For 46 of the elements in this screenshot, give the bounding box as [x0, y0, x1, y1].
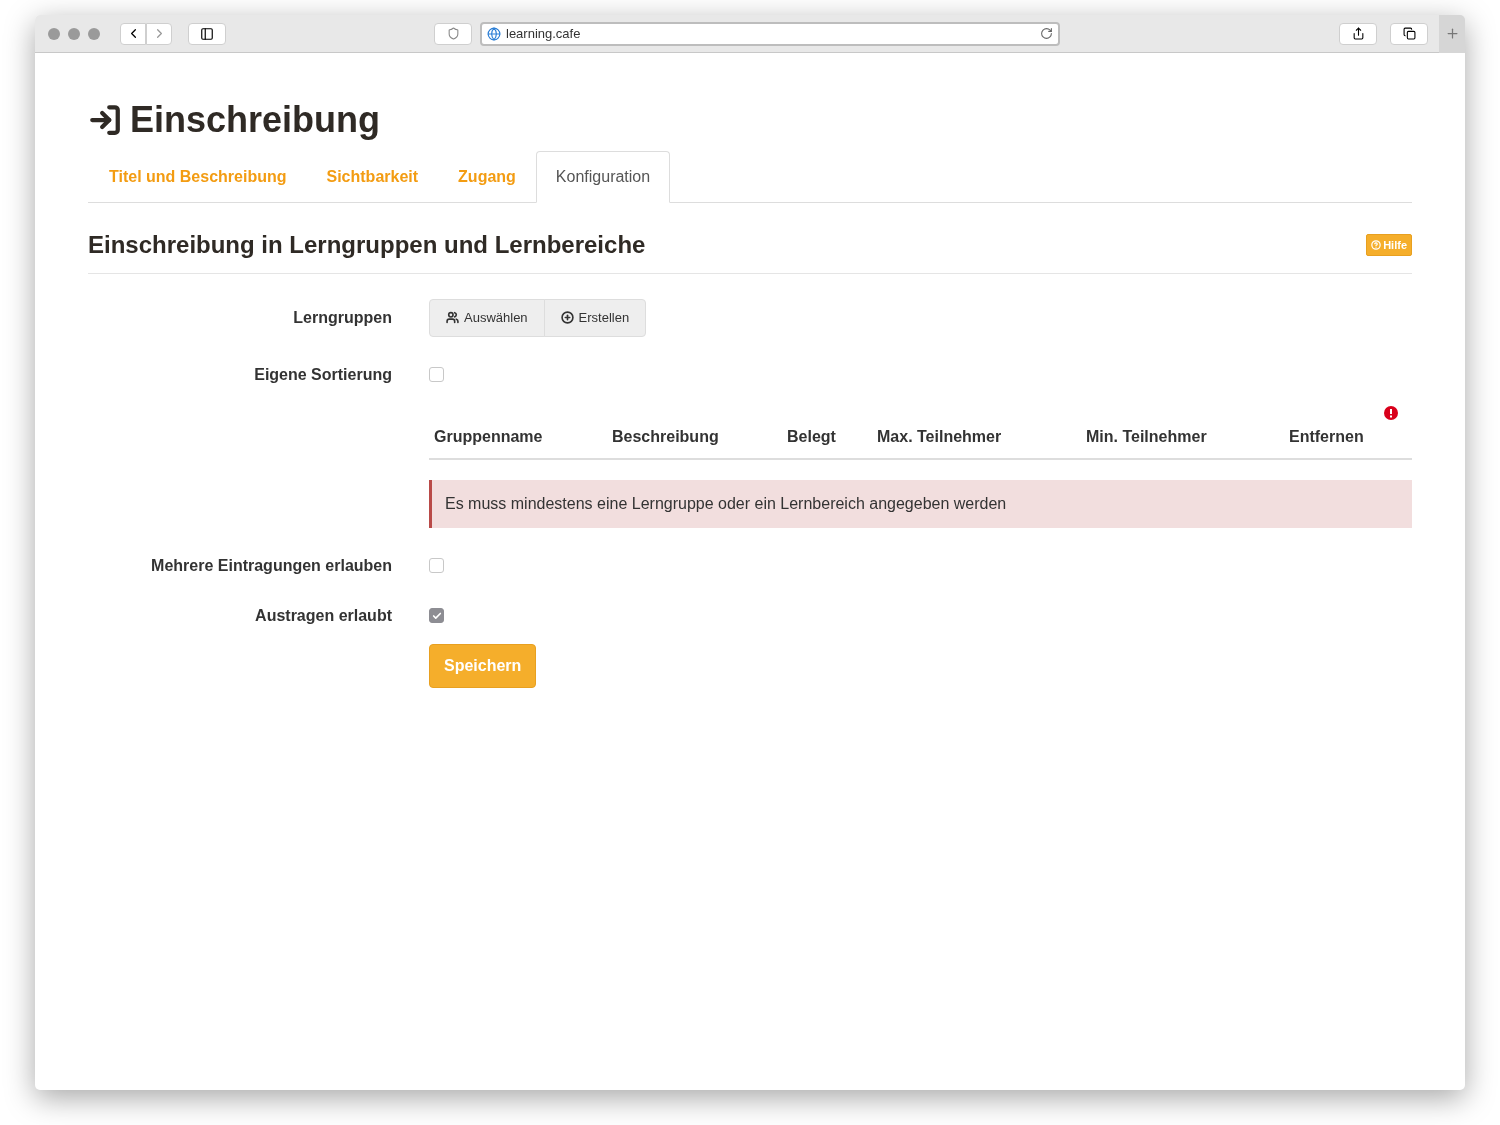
column-header: Belegt: [786, 426, 837, 447]
column-header: Max. Teilnehmer: [876, 426, 1003, 447]
column-header: Gruppenname: [433, 426, 544, 447]
sidebar-button[interactable]: [188, 22, 226, 45]
new-tab-button[interactable]: [1439, 15, 1465, 53]
save-button[interactable]: Speichern: [429, 643, 537, 688]
help-button[interactable]: Hilfe: [1366, 233, 1412, 257]
page-title: Einschreibung: [130, 98, 381, 142]
plus-circle-icon: [560, 311, 574, 325]
column-header: Entfernen: [1288, 426, 1365, 447]
checkbox[interactable]: [429, 367, 444, 382]
tab[interactable]: Titel und Beschreibung: [89, 151, 307, 203]
create-button[interactable]: Erstellen: [543, 299, 647, 337]
window-zoom-button[interactable]: [88, 27, 100, 40]
check-icon: [431, 610, 442, 621]
field-label: Austragen erlaubt: [255, 605, 392, 626]
column-header: Min. Teilnehmer: [1085, 426, 1208, 447]
field-label: Mehrere Eintragungen erlauben: [151, 555, 392, 576]
section-title: Einschreibung in Lerngruppen und Lernbereiche: [88, 230, 646, 260]
checkbox[interactable]: [429, 558, 444, 573]
globe-icon: [487, 26, 501, 41]
column-header: Beschreibung: [611, 426, 720, 447]
reload-icon: [1040, 27, 1053, 40]
users-icon: [446, 311, 459, 325]
tabs-icon: [1402, 27, 1416, 40]
share-button[interactable]: [1339, 22, 1377, 45]
select-button[interactable]: Auswählen: [429, 299, 545, 337]
help-icon: [1371, 240, 1382, 250]
address-bar[interactable]: learning.cafe: [480, 21, 1060, 46]
sign-in-icon: [88, 103, 122, 137]
tab[interactable]: Zugang: [438, 151, 536, 203]
tab[interactable]: Konfiguration: [535, 151, 671, 203]
field-label: Eigene Sortierung: [254, 364, 392, 385]
window-close-button[interactable]: [48, 27, 60, 40]
shield-icon: [446, 27, 460, 40]
sidebar-icon: [200, 26, 214, 41]
shield-button[interactable]: [434, 22, 472, 45]
window-minimize-button[interactable]: [68, 27, 80, 40]
back-button[interactable]: [120, 22, 146, 45]
checkbox[interactable]: [429, 608, 444, 623]
share-icon: [1351, 27, 1365, 40]
tab[interactable]: Sichtbarkeit: [306, 151, 439, 203]
error-alert: Es muss mindestens eine Lerngruppe oder ein Lernbereich angegeben werden: [429, 479, 1412, 528]
field-label: Lerngruppen: [293, 307, 392, 328]
tabs-button[interactable]: [1390, 22, 1428, 45]
plus-icon: [1444, 26, 1460, 41]
